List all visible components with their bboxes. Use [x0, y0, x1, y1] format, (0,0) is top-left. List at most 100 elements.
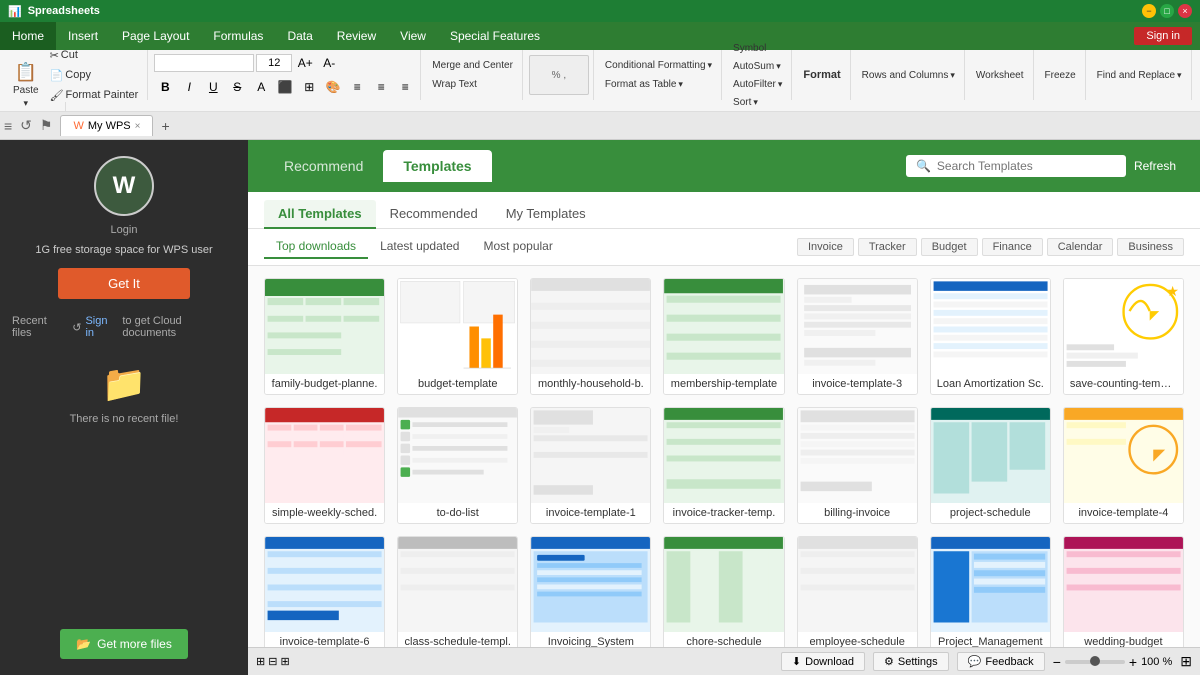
- tag-tracker[interactable]: Tracker: [858, 238, 917, 256]
- template-card[interactable]: invoice-template-4: [1063, 407, 1184, 524]
- sub-nav-all-templates[interactable]: All Templates: [264, 200, 376, 229]
- rows-cols-button[interactable]: Rows and Columns: [857, 67, 960, 84]
- font-increase-button[interactable]: A+: [294, 52, 316, 74]
- tag-budget[interactable]: Budget: [921, 238, 978, 256]
- settings-bottom-button[interactable]: ⚙ Settings: [873, 652, 949, 671]
- tag-business[interactable]: Business: [1117, 238, 1184, 256]
- styles-group: Conditional Formatting Format as Table: [596, 50, 722, 100]
- add-tab-button[interactable]: +: [153, 114, 177, 138]
- minimize-button[interactable]: −: [1142, 4, 1156, 18]
- italic-button[interactable]: I: [178, 76, 200, 98]
- close-button[interactable]: ×: [1178, 4, 1192, 18]
- align-right-button[interactable]: ≡: [394, 76, 416, 98]
- feedback-icon: 💬: [968, 655, 982, 668]
- font-color-button[interactable]: A: [250, 76, 272, 98]
- border-button[interactable]: ⊞: [298, 76, 320, 98]
- template-card[interactable]: simple-weekly-sched.: [264, 407, 385, 524]
- find-replace-button[interactable]: Find and Replace: [1092, 67, 1187, 84]
- zoom-slider[interactable]: [1065, 660, 1125, 664]
- menu-formulas[interactable]: Formulas: [201, 22, 275, 50]
- freeze-button[interactable]: Freeze: [1040, 67, 1081, 84]
- tag-calendar[interactable]: Calendar: [1047, 238, 1114, 256]
- template-card[interactable]: Invoicing_System: [530, 536, 651, 647]
- worksheet-button[interactable]: Worksheet: [971, 67, 1029, 84]
- paste-button[interactable]: 📋 Paste: [8, 59, 44, 91]
- format-button[interactable]: Format: [798, 66, 845, 84]
- templates-tab[interactable]: Templates: [383, 150, 491, 182]
- template-row-3: invoice-template-6 class-schedule-templ.…: [264, 536, 1184, 647]
- tag-invoice[interactable]: Invoice: [797, 238, 854, 256]
- fill-color-button[interactable]: 🎨: [322, 76, 344, 98]
- template-card[interactable]: invoice-template-1: [530, 407, 651, 524]
- find-group: Find and Replace: [1088, 50, 1192, 100]
- sub-nav-my-templates[interactable]: My Templates: [492, 200, 600, 229]
- bold-button[interactable]: B: [154, 76, 176, 98]
- refresh-button[interactable]: Refresh: [1126, 159, 1184, 173]
- menu-view[interactable]: View: [388, 22, 438, 50]
- view-mode-button[interactable]: ⊞: [1180, 653, 1192, 670]
- font-decrease-button[interactable]: A-: [318, 52, 340, 74]
- template-card[interactable]: project-schedule: [930, 407, 1051, 524]
- copy-button[interactable]: 📄Copy: [45, 66, 144, 85]
- strikethrough-button[interactable]: S: [226, 76, 248, 98]
- download-button[interactable]: ⬇ Download: [781, 652, 865, 671]
- template-card[interactable]: save-counting-templa. ★: [1063, 278, 1184, 395]
- template-card[interactable]: wedding-budget: [1063, 536, 1184, 647]
- cut-button[interactable]: ✂Cut: [45, 46, 144, 65]
- sort-button[interactable]: Sort: [728, 94, 787, 111]
- tab-close-button[interactable]: ×: [135, 121, 141, 132]
- filter-top-downloads[interactable]: Top downloads: [264, 235, 368, 259]
- tab-mywps[interactable]: W My WPS ×: [60, 115, 153, 136]
- menu-special-features[interactable]: Special Features: [438, 22, 552, 50]
- template-card[interactable]: Project_Management: [930, 536, 1051, 647]
- feedback-button[interactable]: 💬 Feedback: [957, 652, 1045, 671]
- template-card[interactable]: budget-template: [397, 278, 518, 395]
- login-label: Login: [111, 224, 138, 236]
- merge-center-button[interactable]: Merge and Center: [427, 57, 518, 74]
- font-size-input[interactable]: [256, 54, 292, 72]
- signin-button[interactable]: Sign in: [1134, 27, 1192, 45]
- template-card[interactable]: class-schedule-templ.: [397, 536, 518, 647]
- font-name-input[interactable]: [154, 54, 254, 72]
- highlight-button[interactable]: ⬛: [274, 76, 296, 98]
- template-card[interactable]: monthly-household-b.: [530, 278, 651, 395]
- template-card[interactable]: invoice-template-3: [797, 278, 918, 395]
- template-card[interactable]: invoice-template-6: [264, 536, 385, 647]
- template-card[interactable]: chore-schedule: [663, 536, 784, 647]
- zoom-controls: − + 100 %: [1053, 654, 1173, 670]
- get-more-button[interactable]: 📂 Get more files: [60, 629, 188, 659]
- maximize-button[interactable]: □: [1160, 4, 1174, 18]
- zoom-in-button[interactable]: +: [1129, 654, 1137, 670]
- template-label: invoice-template-4: [1064, 503, 1183, 523]
- bottom-bar: ⊞ ⊟ ⊞ ⬇ Download ⚙ Settings 💬 Feedback −: [248, 647, 1200, 675]
- zoom-out-button[interactable]: −: [1053, 654, 1061, 670]
- menu-data[interactable]: Data: [275, 22, 324, 50]
- tag-finance[interactable]: Finance: [982, 238, 1043, 256]
- template-card[interactable]: membership-template: [663, 278, 784, 395]
- conditional-formatting-button[interactable]: Conditional Formatting: [600, 57, 717, 74]
- filter-button[interactable]: AutoFilter: [728, 76, 787, 93]
- underline-button[interactable]: U: [202, 76, 224, 98]
- symbol-button[interactable]: Symbol: [728, 40, 787, 57]
- filter-latest-updated[interactable]: Latest updated: [368, 235, 471, 259]
- rows-cols-group: Rows and Columns: [853, 50, 965, 100]
- template-card[interactable]: invoice-tracker-temp.: [663, 407, 784, 524]
- search-input[interactable]: [937, 159, 1116, 173]
- get-it-button[interactable]: Get It: [58, 268, 190, 299]
- template-card[interactable]: to-do-list: [397, 407, 518, 524]
- refresh-recent-button[interactable]: ↺: [72, 321, 81, 334]
- template-card[interactable]: employee-schedule: [797, 536, 918, 647]
- template-card[interactable]: family-budget-planne.: [264, 278, 385, 395]
- sidebar-signin-link[interactable]: Sign in: [85, 315, 118, 339]
- menu-review[interactable]: Review: [325, 22, 388, 50]
- sub-nav-recommended[interactable]: Recommended: [376, 200, 492, 229]
- recommend-tab[interactable]: Recommend: [264, 150, 383, 182]
- align-left-button[interactable]: ≡: [346, 76, 368, 98]
- align-center-button[interactable]: ≡: [370, 76, 392, 98]
- template-card[interactable]: billing-invoice: [797, 407, 918, 524]
- autosum-button[interactable]: AutoSum: [728, 58, 787, 75]
- filter-most-popular[interactable]: Most popular: [471, 235, 564, 259]
- wrap-text-button[interactable]: Wrap Text: [427, 76, 518, 93]
- template-card[interactable]: Loan Amortization Sc.: [930, 278, 1051, 395]
- format-table-button[interactable]: Format as Table: [600, 76, 717, 93]
